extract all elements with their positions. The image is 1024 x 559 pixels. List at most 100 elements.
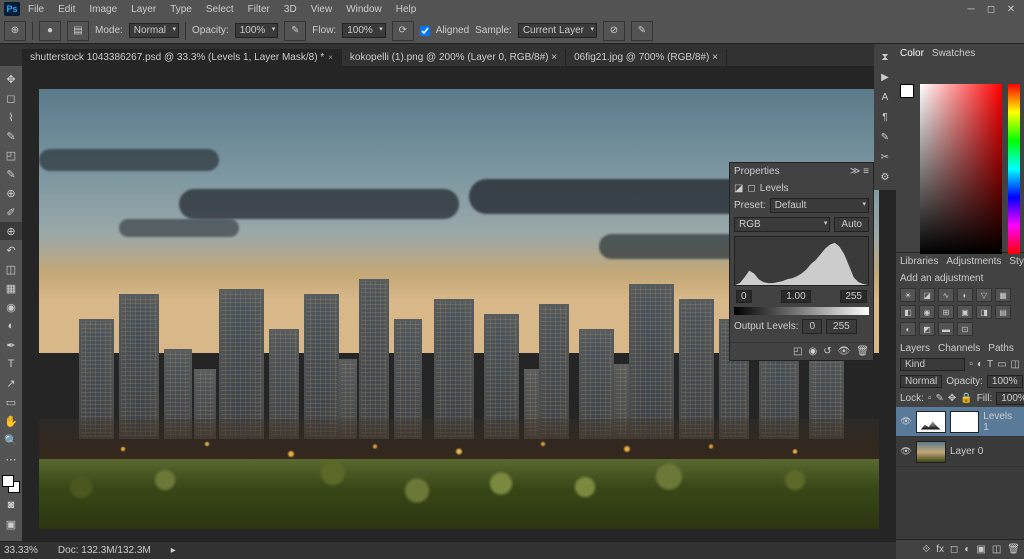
exposure-icon[interactable]: ◐ — [957, 288, 973, 302]
tool-preset-icon[interactable]: ⊕ — [4, 21, 26, 41]
layer-row[interactable]: 👁 Layer 0 — [896, 437, 1024, 467]
input-white[interactable]: 255 — [840, 290, 867, 303]
layer-row[interactable]: 👁 Levels 1 — [896, 407, 1024, 437]
filter-shape-icon[interactable]: ▭ — [997, 359, 1006, 370]
pressure-size-icon[interactable]: ✎ — [631, 21, 653, 41]
tools-icon[interactable]: ✂ — [874, 148, 896, 166]
fx-icon[interactable]: fx — [936, 544, 944, 555]
panel-menu-icon[interactable]: ≫ ≡ — [850, 166, 869, 177]
gradient-map-icon[interactable]: ▬ — [938, 322, 954, 336]
close-icon[interactable]: × — [328, 53, 333, 62]
threshold-icon[interactable]: ◐ — [900, 322, 916, 336]
minimize-button[interactable]: ─ — [962, 2, 980, 16]
swatches-tab[interactable]: Swatches — [932, 48, 975, 59]
close-button[interactable]: ✕ — [1002, 2, 1020, 16]
clone-stamp-tool[interactable]: ⊕ — [0, 222, 22, 240]
blend-mode[interactable]: Normal — [900, 375, 942, 388]
paragraph-icon[interactable]: ¶ — [874, 108, 896, 126]
invert-icon[interactable]: ◨ — [976, 305, 992, 319]
tab-document-1[interactable]: shutterstock 1043386267.psd @ 33.3% (Lev… — [22, 49, 342, 66]
layers-tab[interactable]: Layers — [900, 343, 930, 354]
color-swatches[interactable] — [0, 473, 22, 495]
airbrush-icon[interactable]: ⟳ — [392, 21, 414, 41]
photo-filter-icon[interactable]: ◉ — [919, 305, 935, 319]
vibrance-icon[interactable]: ▽ — [976, 288, 992, 302]
color-lookup-icon[interactable]: ▣ — [957, 305, 973, 319]
move-tool[interactable]: ✥ — [0, 70, 22, 88]
selective-color-icon[interactable]: ◩ — [919, 322, 935, 336]
lock-trans-icon[interactable]: ▫ — [928, 393, 932, 404]
hand-tool[interactable]: ✋ — [0, 412, 22, 430]
opacity-select[interactable]: 100% — [235, 23, 279, 38]
pressure-opacity-icon[interactable]: ✎ — [284, 21, 306, 41]
levels-icon[interactable]: ◪ — [919, 288, 935, 302]
layer-name[interactable]: Levels 1 — [983, 411, 1020, 433]
eraser-tool[interactable]: ◫ — [0, 260, 22, 278]
zoom-tool[interactable]: 🔍 — [0, 431, 22, 449]
pen-tool[interactable]: ✒ — [0, 336, 22, 354]
color-tab[interactable]: Color — [900, 48, 924, 59]
healing-tool[interactable]: ⊕ — [0, 184, 22, 202]
curves-icon[interactable]: ∿ — [938, 288, 954, 302]
character-icon[interactable]: A — [874, 88, 896, 106]
layer-thumb[interactable] — [916, 441, 946, 463]
paths-tab[interactable]: Paths — [988, 343, 1014, 354]
visibility-icon[interactable]: 👁 — [900, 446, 912, 458]
color-field[interactable] — [920, 84, 1002, 254]
layer-name[interactable]: Layer 0 — [950, 446, 983, 457]
brightness-icon[interactable]: ☀ — [900, 288, 916, 302]
adjustments-tab[interactable]: Adjustments — [946, 256, 1001, 267]
lasso-tool[interactable]: ⌇ — [0, 108, 22, 126]
menu-select[interactable]: Select — [200, 2, 240, 17]
layer-filter[interactable]: Kind — [900, 358, 965, 371]
channel-mixer-icon[interactable]: ⊞ — [938, 305, 954, 319]
history-brush-tool[interactable]: ↶ — [0, 241, 22, 259]
styles-tab[interactable]: Styles — [1009, 256, 1024, 267]
channels-tab[interactable]: Channels — [938, 343, 980, 354]
menu-view[interactable]: View — [305, 2, 339, 17]
crop-tool[interactable]: ◰ — [0, 146, 22, 164]
menu-window[interactable]: Window — [340, 2, 388, 17]
auto-button[interactable]: Auto — [834, 217, 869, 232]
menu-image[interactable]: Image — [83, 2, 123, 17]
hue-slider[interactable] — [1008, 84, 1020, 254]
group-icon[interactable]: ▣ — [976, 544, 985, 555]
play-icon[interactable]: ▶ — [874, 68, 896, 86]
tab-document-3[interactable]: 06fig21.jpg @ 700% (RGB/8#) × — [566, 49, 727, 66]
input-black[interactable]: 0 — [736, 290, 752, 303]
menu-help[interactable]: Help — [390, 2, 423, 17]
menu-layer[interactable]: Layer — [125, 2, 162, 17]
doc-info[interactable]: Doc: 132.3M/132.3M — [58, 545, 151, 556]
gradient-tool[interactable]: ▦ — [0, 279, 22, 297]
menu-type[interactable]: Type — [164, 2, 198, 17]
mask-thumb[interactable] — [950, 411, 980, 433]
brush-settings-icon[interactable]: ✎ — [874, 128, 896, 146]
path-tool[interactable]: ↗ — [0, 374, 22, 392]
brush-tool[interactable]: ✐ — [0, 203, 22, 221]
flow-select[interactable]: 100% — [342, 23, 386, 38]
output-white[interactable]: 255 — [826, 319, 857, 334]
quick-select-tool[interactable]: ✎ — [0, 127, 22, 145]
eyedropper-tool[interactable]: ✎ — [0, 165, 22, 183]
marquee-tool[interactable]: ◻ — [0, 89, 22, 107]
dodge-tool[interactable]: ◐ — [0, 317, 22, 335]
blend-mode-select[interactable]: Normal — [129, 23, 179, 38]
visibility-icon[interactable]: 👁 — [838, 346, 851, 357]
filter-img-icon[interactable]: ▫ — [969, 359, 973, 370]
quick-mask[interactable]: ◙ — [0, 496, 22, 514]
channel-select[interactable]: RGB — [734, 217, 830, 232]
adjustment-icon[interactable]: ◐ — [964, 544, 970, 555]
input-gamma[interactable]: 1.00 — [781, 290, 810, 303]
chevron-right-icon[interactable]: ▸ — [171, 545, 176, 556]
foreground-swatch[interactable] — [900, 84, 914, 98]
maximize-button[interactable]: ◻ — [982, 2, 1000, 16]
histogram[interactable] — [734, 236, 869, 286]
tab-document-2[interactable]: kokopelli (1).png @ 200% (Layer 0, RGB/8… — [342, 49, 566, 66]
bw-icon[interactable]: ◧ — [900, 305, 916, 319]
color-picker[interactable] — [896, 62, 1024, 252]
layer-opacity[interactable]: 100% — [987, 375, 1023, 388]
sample-select[interactable]: Current Layer — [518, 23, 597, 38]
edit-toolbar[interactable]: ⋯ — [0, 450, 22, 468]
lock-pos-icon[interactable]: ✥ — [948, 393, 956, 404]
screen-mode[interactable]: ▣ — [0, 515, 22, 533]
